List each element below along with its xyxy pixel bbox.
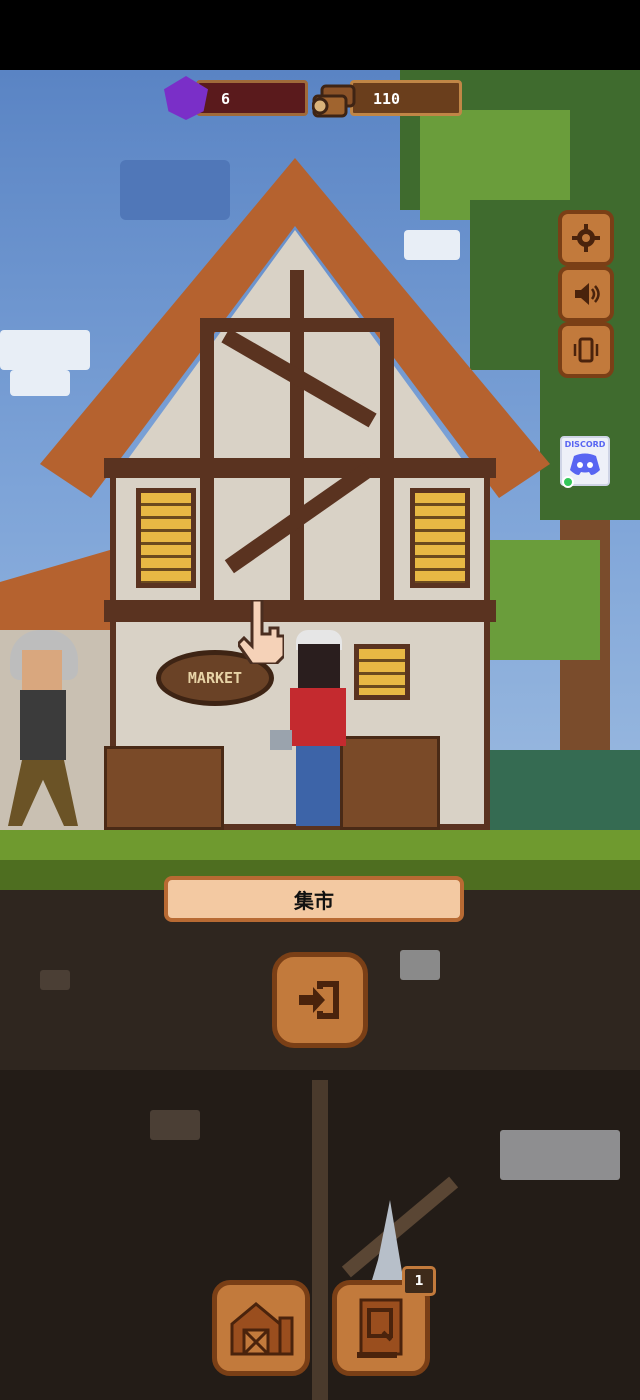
rock [150,1110,200,1140]
gem-counter: 6 [196,80,308,116]
axe [270,730,292,750]
quest-notification-badge: 1 [402,1266,436,1296]
vibrate-icon [573,337,599,363]
discord-icon [570,453,600,475]
house-beam [104,600,496,622]
enter-door-icon [299,981,339,1019]
wooden-crate [104,746,224,830]
settings-button[interactable] [558,210,614,266]
player-shirt [290,688,346,746]
tree-canopy [470,200,640,370]
player-pants [296,746,340,826]
house-window [410,488,470,588]
speaker-icon [575,283,600,305]
npc-body [20,690,66,760]
rock [500,1130,620,1180]
mine-shaft-pole [312,1080,328,1400]
cloud [0,330,90,370]
wood-log-icon [312,84,356,118]
cloud-shadow [120,160,230,220]
house-beam [200,330,214,600]
status-bar [0,0,640,70]
game-scene: MARKET [0,70,640,1400]
discord-label: DISCORD [564,440,606,449]
online-status-dot [562,476,574,488]
old-man-npc[interactable] [4,630,84,830]
house-window [136,488,196,588]
wood-count: 110 [373,90,401,108]
tutorial-pointer-hand-icon [238,600,284,664]
quest-badge-count: 1 [414,1273,424,1289]
tree-canopy [490,540,600,660]
location-name: 集市 [294,888,334,913]
market-sign-text: MARKET [187,669,243,687]
cloud [404,230,460,260]
enter-building-button[interactable] [272,952,368,1048]
rock [400,950,440,980]
vibration-button[interactable] [558,322,614,378]
cloud [10,370,70,396]
location-name-banner: 集市 [164,876,464,922]
wood-counter: 110 [350,80,462,116]
rock [40,970,70,990]
background-hill [480,750,640,830]
barn-icon [230,1302,294,1356]
gem-count: 6 [221,90,231,108]
npc-legs [8,760,78,826]
gear-icon [572,224,600,252]
player-head [298,644,340,688]
npc-face [22,650,62,690]
player-character[interactable] [270,630,358,830]
quest-scroll-icon [357,1298,403,1358]
sound-button[interactable] [558,266,614,322]
house-window [354,644,410,700]
house-beam [380,330,394,600]
barn-button[interactable] [212,1280,310,1376]
